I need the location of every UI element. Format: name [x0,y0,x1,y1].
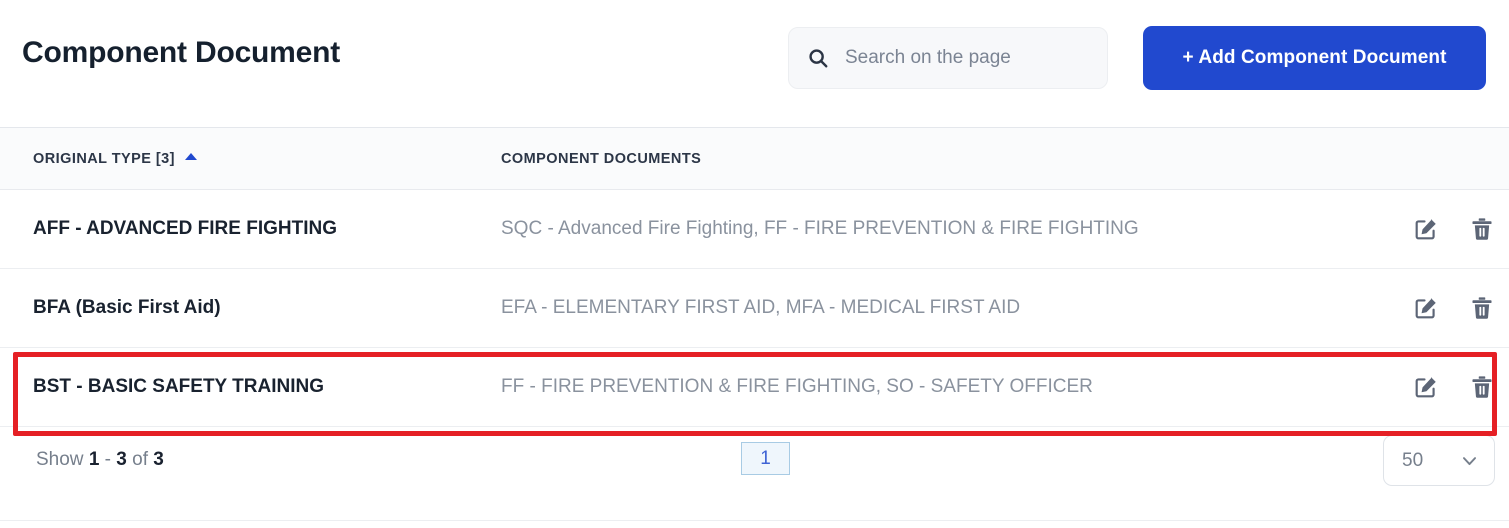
edit-pencil-icon[interactable] [1413,374,1439,400]
add-component-document-button[interactable]: + Add Component Document [1143,26,1486,90]
table-row[interactable]: BST - BASIC SAFETY TRAINING FF - FIRE PR… [0,348,1509,427]
search-box[interactable] [788,27,1108,89]
search-icon [807,47,829,69]
row-actions [1413,190,1495,268]
edit-pencil-icon[interactable] [1413,216,1439,242]
search-input[interactable] [843,28,1089,88]
chevron-down-icon [1460,451,1479,470]
page-size-value: 50 [1402,449,1424,471]
cell-original-type: BST - BASIC SAFETY TRAINING [33,376,324,397]
pagination-page-1[interactable]: 1 [741,442,790,475]
of-label: of [132,449,148,470]
cell-component-documents: EFA - ELEMENTARY FIRST AID, MFA - MEDICA… [501,297,1021,318]
table-row[interactable]: BFA (Basic First Aid) EFA - ELEMENTARY F… [0,269,1509,348]
table-row[interactable]: AFF - ADVANCED FIRE FIGHTING SQC - Advan… [0,190,1509,269]
range-dash: - [104,449,111,470]
column-header-original-type-label: ORIGINAL TYPE [3] [33,150,175,167]
cell-original-type: AFF - ADVANCED FIRE FIGHTING [33,218,337,239]
cell-component-documents: FF - FIRE PREVENTION & FIRE FIGHTING, SO… [501,376,1093,397]
column-header-component-documents[interactable]: COMPONENT DOCUMENTS [501,128,701,189]
page-title: Component Document [22,36,341,69]
trash-icon[interactable] [1469,216,1495,242]
range-to: 3 [116,449,127,470]
column-header-component-documents-label: COMPONENT DOCUMENTS [501,150,702,167]
cell-original-type: BFA (Basic First Aid) [33,297,221,318]
cell-component-documents: SQC - Advanced Fire Fighting, FF - FIRE … [501,218,1139,239]
range-from: 1 [88,449,100,470]
column-header-original-type[interactable]: ORIGINAL TYPE [3] [33,128,197,189]
trash-icon[interactable] [1469,295,1495,321]
table-footer: Show 1 - 3 of 3 1 50 [0,427,1509,521]
show-prefix: Show [36,449,84,470]
table-header-row: ORIGINAL TYPE [3] COMPONENT DOCUMENTS [0,128,1509,190]
page-header: Component Document + Add Component Docum… [0,0,1509,128]
component-document-table: ORIGINAL TYPE [3] COMPONENT DOCUMENTS AF… [0,128,1509,427]
range-total: 3 [153,449,164,470]
row-actions [1413,348,1495,426]
trash-icon[interactable] [1469,374,1495,400]
caret-up-icon [184,153,197,160]
row-actions [1413,269,1495,347]
page-size-select[interactable]: 50 [1383,435,1495,486]
edit-pencil-icon[interactable] [1413,295,1439,321]
record-range-label: Show 1 - 3 of 3 [36,449,164,471]
